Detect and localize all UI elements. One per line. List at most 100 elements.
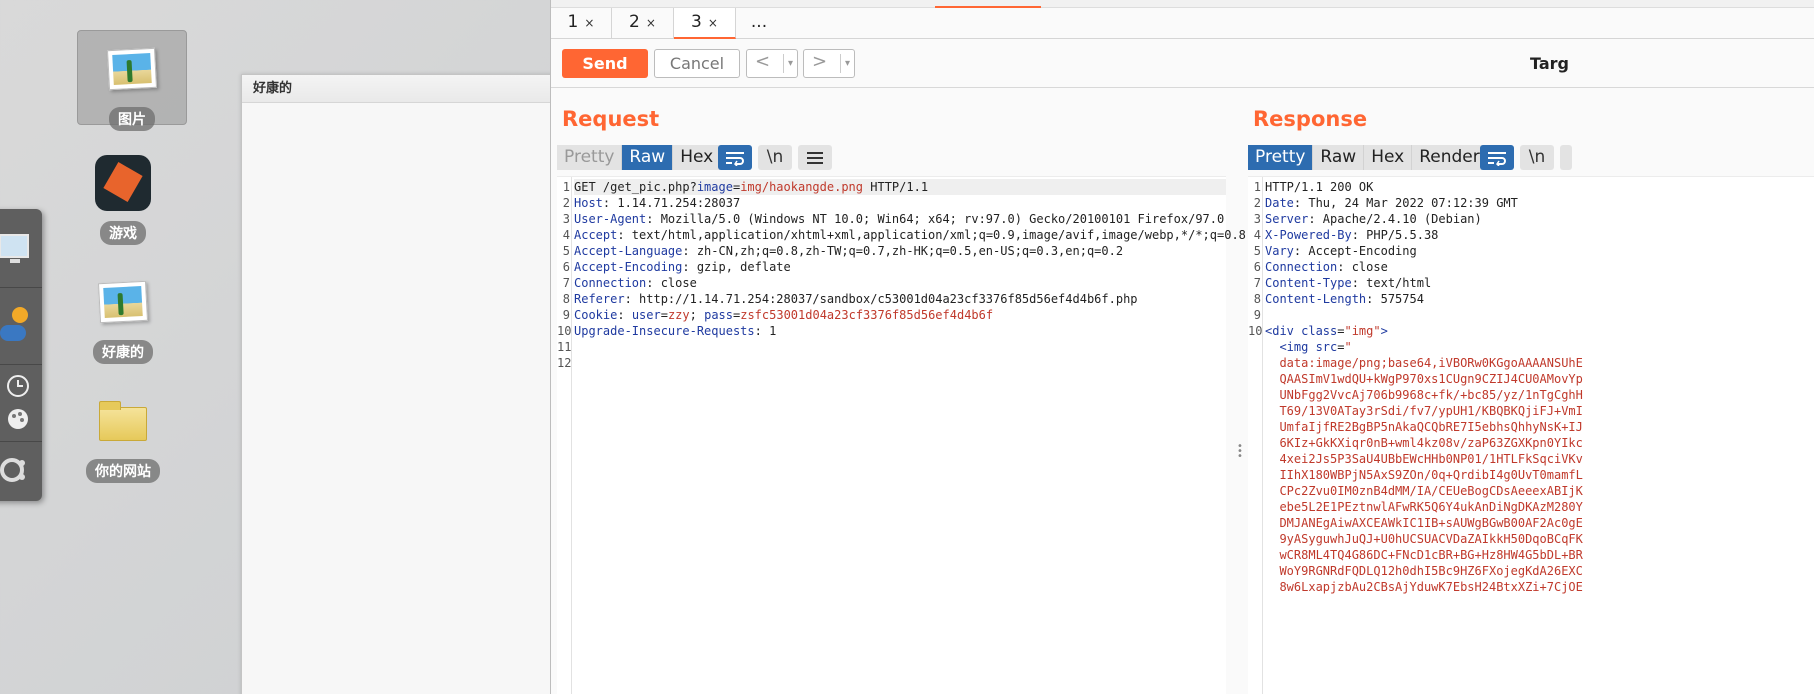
line-number	[1248, 371, 1261, 387]
code-token: DMJANEgAiwAXCEAWkIC1IB+sAUWgBGwB00AF2Ac0…	[1265, 516, 1583, 530]
computer-icon[interactable]	[0, 231, 30, 271]
tab-3[interactable]: 3 ×	[674, 8, 736, 39]
request-view-switch: Pretty Raw Hex	[557, 145, 722, 170]
code-token: : Mozilla/5.0 (Windows NT 10.0; Win64; x…	[646, 212, 1225, 226]
code-line: QAASImV1wdQU+kWgP970xs1CUgn9CZIJ4CU0AMov…	[1265, 371, 1582, 387]
line-number: 12	[557, 356, 572, 370]
code-token: HTTP/1.1	[863, 180, 929, 194]
code-line: wCR8ML4TQ4G86DC+FNcD1cBR+BG+Hz8HW4G5bDL+…	[1265, 547, 1582, 563]
line-number: 10	[557, 324, 572, 338]
desktop-icon-pictures[interactable]: 图片	[77, 30, 187, 131]
send-button[interactable]: Send	[562, 49, 648, 78]
code-token: Connection	[1265, 260, 1338, 274]
code-token: Host	[574, 196, 603, 210]
view-hex[interactable]: Hex	[1364, 145, 1413, 170]
code-token: X-Powered-By	[1265, 228, 1352, 242]
code-line: 9yASyguwhJuQJ+U0hUCSUACVDaZAIkkH50DqoBCq…	[1265, 531, 1583, 547]
newline-toggle[interactable]: \n	[1520, 145, 1554, 170]
line-number: 9	[1253, 308, 1261, 322]
code-token: Accept	[574, 228, 618, 242]
wrap-lines-icon[interactable]	[718, 145, 752, 170]
view-pretty[interactable]: Pretty	[557, 145, 623, 170]
chevron-down-icon[interactable]: ▾	[783, 54, 797, 73]
code-line: IIhX180WBPjN5AxS9ZOn/0q+QrdibI4g0UvT0mam…	[1265, 467, 1582, 483]
code-token: : Thu, 24 Mar 2022 07:12:39 GMT	[1293, 196, 1518, 210]
code-token: T69/13V0ATay3rSdi/fv7/ypUH1/KBQBKQjiFJ+V…	[1265, 404, 1583, 418]
view-raw[interactable]: Raw	[1313, 145, 1365, 170]
user-icon[interactable]	[0, 301, 30, 345]
view-raw[interactable]: Raw	[622, 145, 674, 170]
menu-icon[interactable]	[798, 145, 832, 170]
response-title: Response	[1253, 107, 1368, 131]
top-tab-strip	[551, 0, 1814, 8]
newline-toggle[interactable]: \n	[758, 145, 792, 170]
close-icon[interactable]: ×	[708, 16, 718, 30]
ubuntu-icon[interactable]	[0, 453, 30, 487]
tab-label: ...	[750, 12, 768, 32]
code-token: CPc2Zvu0IM0znB4dMM/IA/CEUeBogCDsAeeexABI…	[1265, 484, 1583, 498]
chevron-right-icon: >	[812, 51, 828, 72]
clock-icon[interactable]	[6, 374, 30, 398]
code-token: : close	[1337, 260, 1388, 274]
code-line: CPc2Zvu0IM0znB4dMM/IA/CEUeBogCDsAeeexABI…	[1265, 483, 1583, 499]
code-token: =	[660, 308, 668, 322]
request-editor[interactable]: 1 GET /get_pic.php?image=img/haokangde.pn…	[557, 176, 1246, 694]
background-window: 好康的	[241, 74, 571, 694]
code-token: 9yASyguwhJuQJ+U0hUCSUACVDaZAIkkH50DqoBCq…	[1265, 532, 1583, 546]
wrap-lines-icon[interactable]	[1480, 145, 1514, 170]
tab-more[interactable]: ...	[736, 8, 782, 39]
desktop-icon-games[interactable]: 游戏	[68, 155, 178, 245]
code-token: HTTP/1.1 200 OK	[1265, 180, 1374, 194]
code-token: : http://1.14.71.254:28037/sandbox/c5300…	[624, 292, 1138, 306]
back-button[interactable]: < ▾	[746, 49, 798, 78]
line-number: 8	[562, 292, 570, 306]
code-token: User-Agent	[574, 212, 647, 226]
palette-icon[interactable]	[6, 407, 30, 431]
desktop-icon-your-site[interactable]: 你的网站	[68, 393, 178, 483]
code-token: : text/html	[1351, 276, 1432, 290]
code-line: 4xei2Js5P3SaU4UBbEWcHHb0NP01/1HTLFkSqciV…	[1265, 451, 1582, 467]
code-line: Accept: text/html,application/xhtml+xml,…	[574, 227, 1246, 243]
code-line: Accept-Encoding: gzip, deflate	[574, 259, 791, 275]
tab-2[interactable]: 2 ×	[612, 8, 674, 39]
view-pretty[interactable]: Pretty	[1248, 145, 1314, 170]
code-token: WoY9RGNRdFQDLQ12h0dhI5Bc9HZ6FXojegKdA26E…	[1265, 564, 1583, 578]
code-line: UNbFgg2VvcAj706b9968c+fk/+bc85/yz/1nTgCg…	[1265, 387, 1583, 403]
code-token: Referer	[574, 292, 625, 306]
code-token: "	[1344, 340, 1352, 354]
code-token: img/haokangde.png	[740, 180, 864, 194]
pane-divider[interactable]: • • •	[1237, 442, 1243, 462]
code-token: Accept-Language	[574, 244, 683, 258]
code-token: Vary	[1265, 244, 1294, 258]
desktop-icon-label: 游戏	[100, 221, 146, 245]
desktop-icon-haokangde[interactable]: 好康的	[68, 274, 178, 364]
cancel-button[interactable]: Cancel	[654, 49, 740, 78]
view-hex[interactable]: Hex	[673, 145, 722, 170]
code-token: Connection	[574, 276, 647, 290]
code-line: Accept-Language: zh-CN,zh;q=0.8,zh-TW;q=…	[574, 243, 1123, 259]
menu-icon[interactable]	[1560, 145, 1572, 170]
code-token: Date	[1265, 196, 1294, 210]
chevron-down-icon[interactable]: ▾	[840, 54, 854, 73]
code-token: ;	[689, 308, 705, 322]
code-token: 6KIz+GkKXiqr0nB+wml4kz08v/zaP63ZGXKpn0YI…	[1265, 436, 1583, 450]
window-title: 好康的	[242, 75, 570, 103]
code-token: image	[696, 180, 733, 194]
code-token: <div	[1265, 324, 1302, 338]
forward-button[interactable]: > ▾	[803, 49, 855, 78]
code-token: UNbFgg2VvcAj706b9968c+fk/+bc85/yz/1nTgCg…	[1265, 388, 1583, 402]
line-number: 6	[562, 260, 570, 274]
close-icon[interactable]: ×	[646, 16, 656, 30]
view-render[interactable]: Render	[1412, 145, 1488, 170]
response-editor[interactable]: 1 HTTP/1.1 200 OK 2 Date: Thu, 24 Mar 2022 …	[1248, 176, 1814, 694]
line-number	[1248, 515, 1261, 531]
code-token: : zh-CN,zh;q=0.8,zh-TW;q=0.7,zh-HK;q=0.5…	[682, 244, 1124, 258]
tab-1[interactable]: 1 ×	[551, 8, 612, 39]
close-icon[interactable]: ×	[584, 16, 594, 30]
line-number	[1248, 547, 1261, 563]
line-number	[1248, 387, 1261, 403]
tab-label: 2	[629, 12, 640, 32]
code-line: User-Agent: Mozilla/5.0 (Windows NT 10.0…	[574, 211, 1224, 227]
line-number	[1248, 483, 1261, 499]
line-number: 4	[562, 228, 570, 242]
